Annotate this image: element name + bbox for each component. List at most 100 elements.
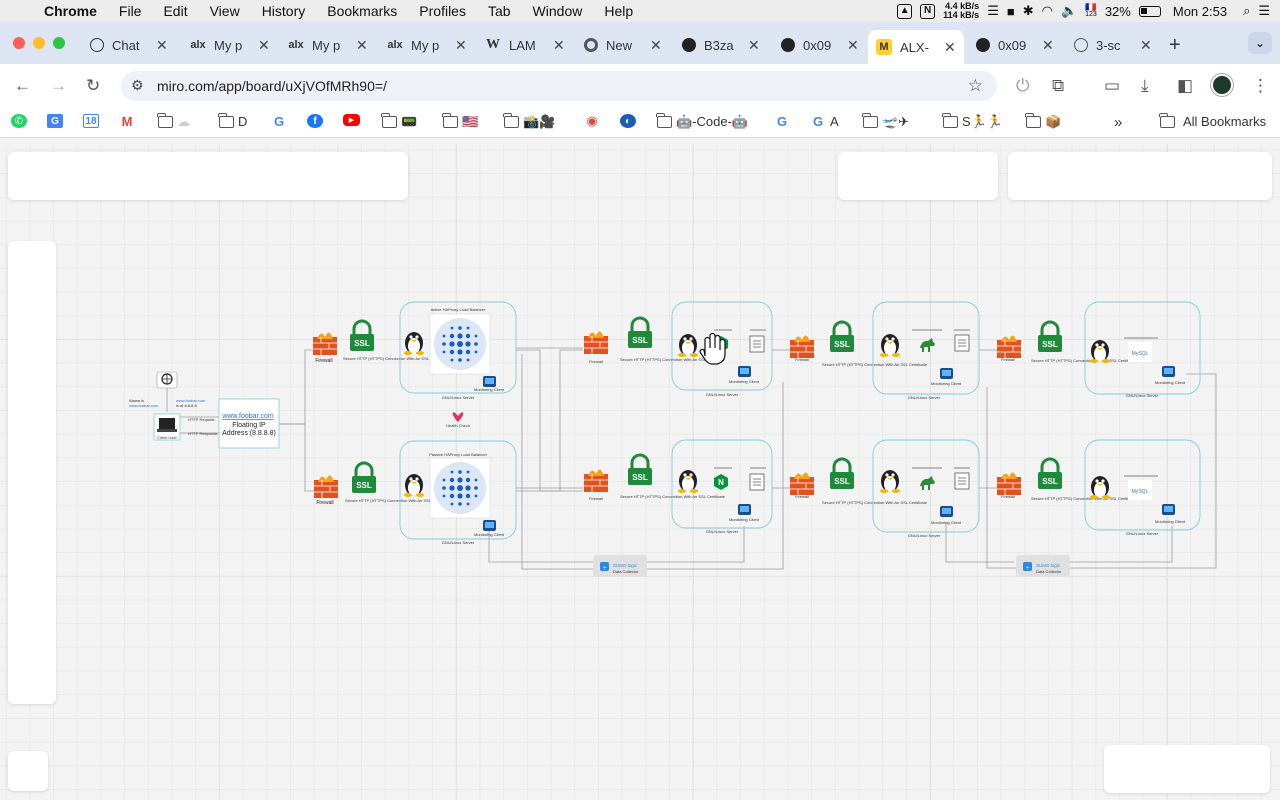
bookmark-star-icon[interactable]: ☆ bbox=[968, 76, 983, 96]
tab-wikipedia[interactable]: W LAM ✕ bbox=[485, 30, 565, 60]
close-tab-icon[interactable]: ✕ bbox=[847, 37, 859, 54]
close-tab-icon[interactable]: ✕ bbox=[650, 37, 662, 54]
spotlight-icon[interactable]: ⌕ bbox=[1243, 3, 1250, 19]
bookmark-folder-media[interactable]: 📸🎥 bbox=[503, 113, 555, 130]
back-icon[interactable]: ← bbox=[14, 76, 31, 96]
notion-icon[interactable]: N bbox=[920, 3, 936, 19]
close-tab-icon[interactable]: ✕ bbox=[258, 37, 270, 54]
client-label: Client User bbox=[157, 435, 177, 440]
forward-icon[interactable]: → bbox=[50, 76, 67, 96]
bookmark-generic[interactable]: ◐ bbox=[620, 114, 636, 128]
control-center-icon[interactable]: ☰ bbox=[1258, 3, 1270, 19]
status-a-icon[interactable]: ▲ bbox=[897, 3, 913, 19]
bookmark-translate[interactable]: G bbox=[47, 114, 63, 128]
bookmark-whatsapp[interactable]: ✆ bbox=[11, 114, 27, 128]
close-tab-icon[interactable]: ✕ bbox=[1140, 37, 1152, 54]
menu-history[interactable]: History bbox=[251, 3, 317, 19]
tab-github-3[interactable]: 0x09 ✕ bbox=[976, 30, 1054, 60]
monitoring-client-icon bbox=[1162, 366, 1175, 377]
chrome-menu-icon[interactable]: ⋮ bbox=[1252, 76, 1269, 96]
menu-file[interactable]: File bbox=[108, 3, 153, 19]
all-bookmarks-button[interactable]: All Bookmarks bbox=[1159, 112, 1266, 129]
site-info-icon[interactable]: ⚙ bbox=[131, 77, 144, 94]
menu-profiles[interactable]: Profiles bbox=[408, 3, 477, 19]
tab-github-2[interactable]: 0x09 ✕ bbox=[781, 30, 859, 60]
health-check-label: Health Check bbox=[446, 423, 470, 428]
firewall-label: Firewall bbox=[1001, 494, 1015, 499]
tab-miro-active[interactable]: M ALX- ✕ bbox=[868, 30, 964, 64]
bookmark-calendar[interactable]: 18 bbox=[83, 114, 99, 128]
menu-edit[interactable]: Edit bbox=[152, 3, 198, 19]
monitoring-client-icon bbox=[940, 368, 953, 379]
menu-window[interactable]: Window bbox=[522, 3, 594, 19]
side-panel-icon[interactable]: ◧ bbox=[1177, 76, 1193, 96]
volume-icon[interactable]: 🔈 bbox=[1061, 3, 1077, 19]
wifi-icon[interactable]: ◠ bbox=[1042, 3, 1053, 19]
tab-search-button[interactable]: ⌄ bbox=[1248, 32, 1272, 54]
bookmark-folder-sport[interactable]: S🏃🏃 bbox=[942, 113, 1003, 130]
close-tab-icon[interactable]: ✕ bbox=[944, 39, 956, 56]
tab-globe[interactable]: 3-sc ✕ bbox=[1074, 30, 1152, 60]
close-tab-icon[interactable]: ✕ bbox=[1042, 37, 1054, 54]
menu-view[interactable]: View bbox=[199, 3, 251, 19]
tab-alx-2[interactable]: alx My p ✕ bbox=[288, 30, 368, 60]
power-icon[interactable]: ⏻ bbox=[1016, 76, 1029, 96]
extensions-icon[interactable]: ⧉ bbox=[1052, 76, 1064, 96]
clock[interactable]: Mon 2:53 bbox=[1173, 4, 1227, 19]
tab-github-1[interactable]: B3za ✕ bbox=[682, 30, 760, 60]
miro-board-canvas[interactable]: SSL N Wawa is www.foobar.com www.foobar.… bbox=[0, 144, 1280, 800]
tab-chatgpt[interactable]: Chat ✕ bbox=[90, 30, 168, 60]
folder-icon bbox=[218, 112, 234, 128]
haproxy-active-icon bbox=[434, 318, 486, 370]
bookmark-google-a[interactable]: GA bbox=[810, 114, 839, 129]
tab-alx-1[interactable]: alx My p ✕ bbox=[190, 30, 270, 60]
monitoring-client-label: Monitoring Client bbox=[474, 387, 505, 392]
bookmark-facebook[interactable]: f bbox=[307, 114, 323, 128]
close-tab-icon[interactable]: ✕ bbox=[156, 37, 168, 54]
network-speed[interactable]: 4.4 kB/s 114 kB/s bbox=[943, 2, 979, 20]
battery-icon[interactable] bbox=[1138, 5, 1161, 17]
address-bar[interactable]: ⚙ miro.com/app/board/uXjVOfMRh90=/ ☆ bbox=[121, 71, 997, 101]
bookmark-youtube[interactable]: ▶ bbox=[343, 114, 360, 126]
bookmark-gmail[interactable]: M bbox=[119, 114, 135, 129]
close-tab-icon[interactable]: ✕ bbox=[553, 37, 565, 54]
profile-avatar[interactable] bbox=[1211, 74, 1233, 96]
zoom-window-button[interactable] bbox=[53, 37, 65, 49]
bookmark-folder-travel[interactable]: 🛫✈ bbox=[862, 113, 909, 130]
menu-bookmarks[interactable]: Bookmarks bbox=[316, 3, 408, 19]
cast-icon[interactable]: ▭ bbox=[1104, 76, 1120, 96]
bookmark-folder-code[interactable]: 🤖-Code-🤖 bbox=[656, 113, 748, 130]
bookmarks-overflow-icon[interactable]: » bbox=[1114, 114, 1122, 131]
menu-help[interactable]: Help bbox=[593, 3, 644, 19]
url-text[interactable]: miro.com/app/board/uXjVOfMRh90=/ bbox=[157, 78, 387, 94]
minimize-window-button[interactable] bbox=[33, 37, 45, 49]
bookmark-folder-box[interactable]: 📦 bbox=[1025, 113, 1061, 130]
reload-icon[interactable]: ↻ bbox=[86, 76, 100, 96]
ssl-caption: Secure HTTP (HTTPS) Connection With An S… bbox=[620, 494, 726, 499]
http-response-label: HTTP Response bbox=[188, 431, 218, 436]
new-tab-button[interactable]: + bbox=[1169, 34, 1181, 57]
input-source-flag-icon[interactable]: 🇫🇷 123 bbox=[1085, 3, 1097, 19]
close-tab-icon[interactable]: ✕ bbox=[748, 37, 760, 54]
folder-status-icon[interactable]: ■ bbox=[1007, 4, 1015, 19]
bookmark-folder-us[interactable]: 🇺🇸 bbox=[442, 113, 478, 130]
infrastructure-diagram[interactable]: SSL N Wawa is www.foobar.com www.foobar.… bbox=[0, 144, 1280, 800]
tab-new[interactable]: New ✕ bbox=[584, 30, 662, 60]
downloads-icon[interactable]: ⤓ bbox=[1141, 76, 1149, 96]
bookmark-folder-cloud[interactable]: ☁ bbox=[157, 113, 190, 130]
close-tab-icon[interactable]: ✕ bbox=[455, 37, 467, 54]
bookmark-folder-pager[interactable]: 📟 bbox=[381, 113, 417, 130]
bookmark-google[interactable]: G bbox=[271, 114, 287, 129]
close-window-button[interactable] bbox=[13, 37, 25, 49]
menu-app-name[interactable]: Chrome bbox=[36, 3, 108, 19]
bookmark-google-2[interactable]: G bbox=[774, 114, 790, 129]
menu-tab[interactable]: Tab bbox=[477, 3, 522, 19]
tab-alx-3[interactable]: alx My p ✕ bbox=[387, 30, 467, 60]
bluetooth-icon[interactable]: ✱ bbox=[1023, 3, 1034, 19]
close-tab-icon[interactable]: ✕ bbox=[356, 37, 368, 54]
server-label: GNU/Linux Server bbox=[706, 529, 739, 534]
bookmark-folder-d[interactable]: D bbox=[218, 112, 247, 129]
stats-icon[interactable]: ☰ bbox=[987, 3, 999, 19]
bookmark-maps[interactable]: ◉ bbox=[584, 113, 600, 128]
server-label: GNU/Linux Server bbox=[442, 540, 475, 545]
